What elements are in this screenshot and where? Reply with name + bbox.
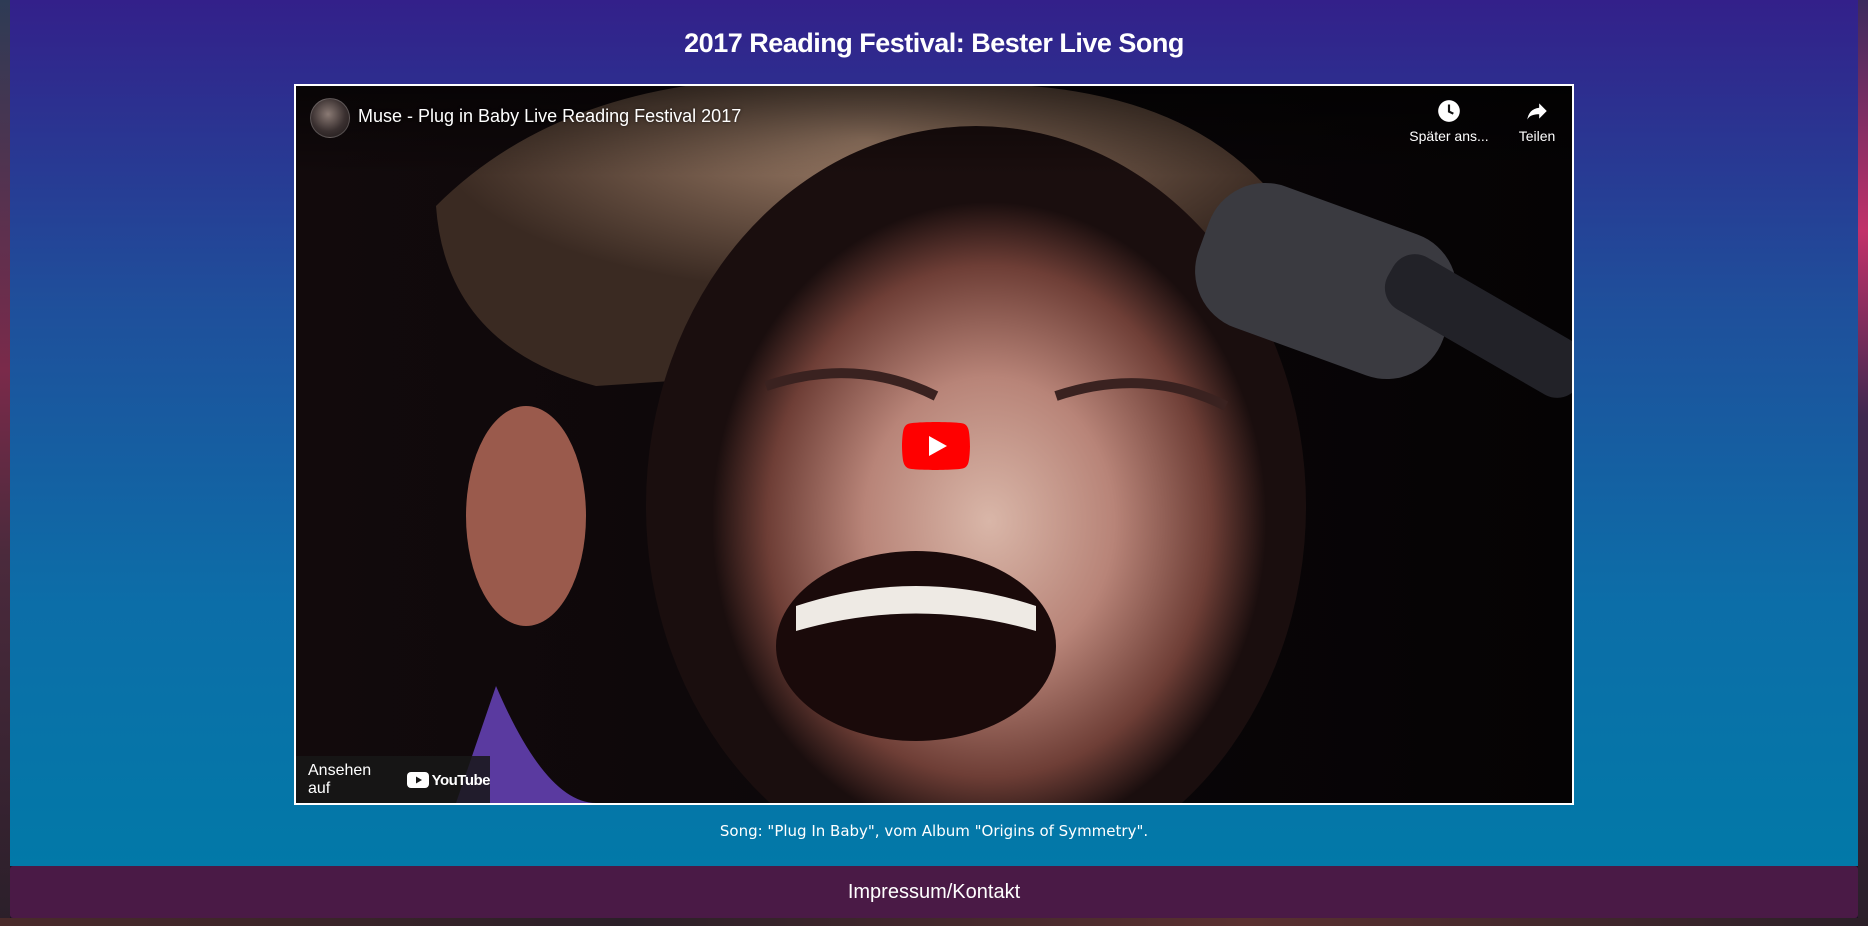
bottom-edge-decoration xyxy=(0,918,1868,926)
footer: Impressum/Kontakt xyxy=(10,866,1858,918)
song-caption: Song: "Plug In Baby", vom Album "Origins… xyxy=(719,822,1149,840)
page-title: 2017 Reading Festival: Bester Live Song xyxy=(684,28,1184,58)
share-arrow-icon xyxy=(1527,103,1547,120)
main-content: 2017 Reading Festival: Bester Live Song xyxy=(10,0,1858,866)
watch-later-label: Später ans... xyxy=(1409,128,1489,144)
channel-avatar[interactable] xyxy=(310,98,350,138)
left-edge-decoration xyxy=(0,0,10,926)
share-button[interactable]: Teilen xyxy=(1502,98,1572,144)
video-top-bar xyxy=(296,86,1572,176)
clock-icon xyxy=(1438,100,1460,122)
share-label: Teilen xyxy=(1518,128,1556,144)
watch-on-label: Ansehen auf xyxy=(308,762,372,797)
video-title[interactable]: Muse - Plug in Baby Live Reading Festiva… xyxy=(358,106,741,127)
youtube-logo-text: YouTube xyxy=(431,771,491,789)
youtube-logo-icon xyxy=(406,772,429,788)
youtube-embed[interactable]: Muse - Plug in Baby Live Reading Festiva… xyxy=(294,84,1574,805)
watch-later-button[interactable]: Später ans... xyxy=(1404,98,1494,144)
right-edge-decoration xyxy=(1858,0,1868,926)
youtube-play-icon[interactable] xyxy=(902,422,970,470)
youtube-logo: YouTube xyxy=(406,771,491,789)
impressum-contact-link[interactable]: Impressum/Kontakt xyxy=(848,881,1020,904)
watch-on-youtube-button[interactable]: Ansehen auf YouTube xyxy=(296,756,491,803)
